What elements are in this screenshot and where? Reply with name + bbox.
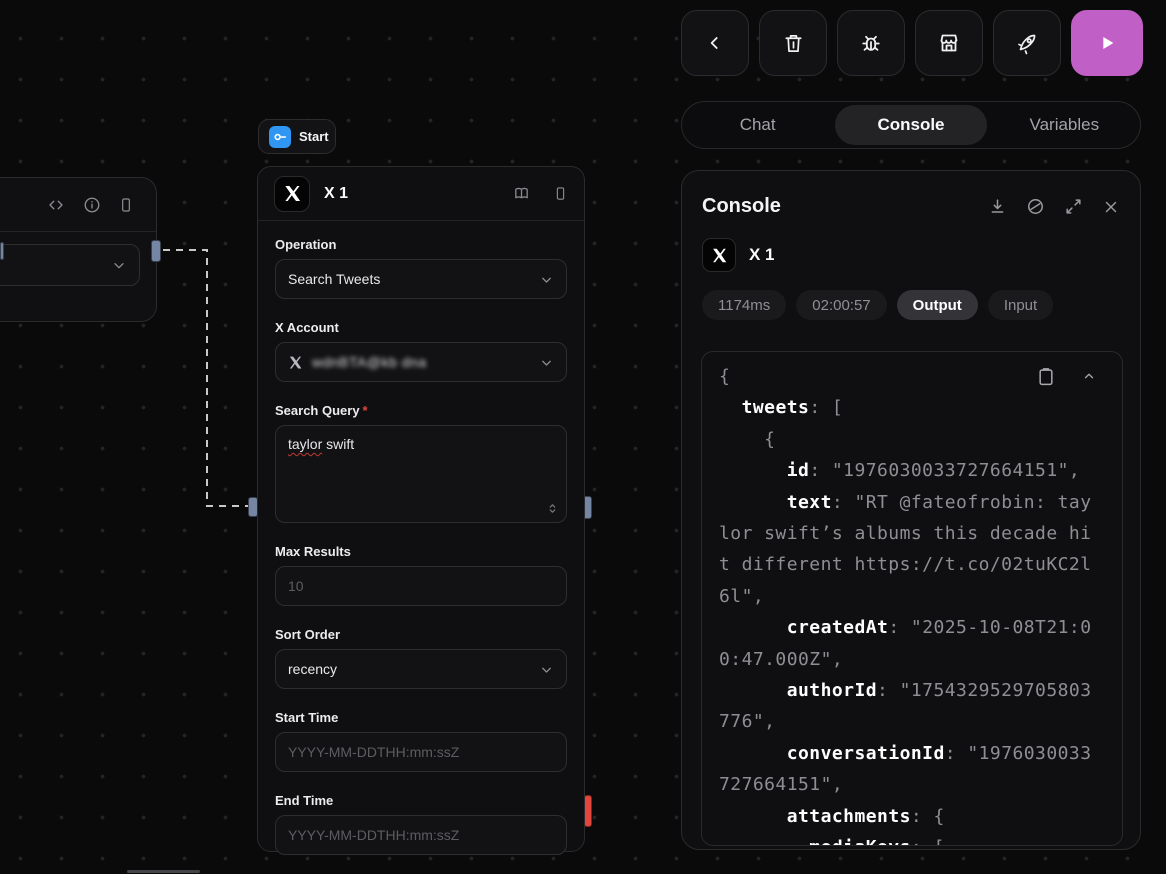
code-line: id: "1976030033727664151",: [786, 460, 1081, 482]
end-time-placeholder: YYYY-MM-DDTHH:mm:ssZ: [288, 827, 460, 843]
console-panel: Console X 1 1174ms 02:00:57 Output Input { …: [681, 170, 1141, 850]
x-node-title: X 1: [324, 184, 349, 202]
x-account-value: wdnBTA@kb dna: [312, 354, 427, 370]
max-results-input[interactable]: 10: [275, 566, 567, 606]
rocket-icon: [1015, 31, 1039, 55]
x-logo-icon: [274, 175, 310, 212]
docs-book-icon[interactable]: [512, 185, 531, 202]
badge-input[interactable]: Input: [987, 290, 1054, 320]
textarea-resize-icon[interactable]: [547, 502, 558, 515]
deploy-button[interactable]: [993, 10, 1061, 76]
chevron-down-icon: [539, 662, 554, 677]
start-node[interactable]: Start: [258, 119, 336, 154]
sort-order-value: recency: [288, 661, 338, 677]
tab-console[interactable]: Console: [835, 105, 987, 145]
connector-handle-left-edge[interactable]: [0, 242, 4, 260]
upstream-node-select[interactable]: [0, 244, 140, 286]
collapse-icon[interactable]: [1080, 369, 1098, 383]
code-icon[interactable]: [46, 196, 66, 214]
chevron-down-icon: [539, 355, 554, 370]
operation-select[interactable]: Search Tweets: [275, 259, 567, 299]
code-line: {: [719, 428, 776, 450]
operation-label: Operation: [275, 237, 337, 252]
start-time-placeholder: YYYY-MM-DDTHH:mm:ssZ: [288, 744, 460, 760]
end-time-input[interactable]: YYYY-MM-DDTHH:mm:ssZ: [275, 815, 567, 855]
panel-tabbar: Chat Console Variables: [681, 101, 1141, 149]
start-time-input[interactable]: YYYY-MM-DDTHH:mm:ssZ: [275, 732, 567, 772]
code-line: 6l",: [719, 585, 765, 607]
expand-icon[interactable]: [1064, 197, 1083, 216]
code-line: text: "RT @fateofrobin: tay: [786, 491, 1092, 513]
console-output-code[interactable]: { tweets: [ { id: "1976030033727664151",…: [701, 351, 1123, 846]
tab-chat[interactable]: Chat: [682, 115, 833, 135]
horizontal-scrollbar[interactable]: [127, 870, 200, 873]
close-icon[interactable]: [1102, 198, 1120, 216]
code-line: attachments: {: [786, 805, 945, 827]
search-query-label: Search Query *: [275, 403, 567, 418]
code-line: tweets: [: [741, 397, 844, 419]
code-line: createdAt: "2025-10-08T21:0: [786, 617, 1092, 639]
error-handle[interactable]: [584, 795, 592, 827]
badge-output[interactable]: Output: [896, 290, 978, 320]
download-icon[interactable]: [988, 197, 1007, 216]
code-line: lor swift’s albums this decade hi: [719, 523, 1092, 545]
x-node-header: X 1: [258, 167, 584, 221]
search-query-label-text: Search Query: [275, 403, 360, 418]
operation-value: Search Tweets: [288, 271, 381, 287]
x-account-select[interactable]: wdnBTA@kb dna: [275, 342, 567, 382]
chevron-left-icon: [705, 33, 725, 53]
trash-icon: [782, 32, 805, 55]
sort-order-select[interactable]: recency: [275, 649, 567, 689]
code-line: 0:47.000Z",: [719, 648, 844, 670]
search-query-value: taylor swift: [288, 436, 355, 452]
x-logo-icon: [702, 238, 736, 272]
start-node-label: Start: [299, 129, 329, 144]
toolbar: [681, 10, 1143, 76]
back-button[interactable]: [681, 10, 749, 76]
start-time-label: Start Time: [275, 710, 339, 725]
phone-icon[interactable]: [118, 195, 134, 215]
max-results-placeholder: 10: [288, 578, 304, 594]
x-logo-icon: [288, 355, 303, 370]
start-trigger-icon: [269, 125, 291, 148]
code-line: t different https://t.co/02tuKC2l: [719, 554, 1092, 576]
x-node-form: Operation Search Tweets X Account wdnBTA…: [258, 221, 584, 855]
code-line: conversationId: "1976030033: [786, 742, 1092, 764]
code-line: 776",: [719, 711, 776, 733]
tab-variables[interactable]: Variables: [989, 115, 1140, 135]
upstream-node[interactable]: [0, 177, 157, 322]
console-title: Console: [702, 195, 781, 217]
run-button[interactable]: [1071, 10, 1143, 76]
code-line: 727664151",: [719, 774, 844, 796]
search-query-textarea[interactable]: taylor swift: [275, 425, 567, 523]
debug-button[interactable]: [837, 10, 905, 76]
code-line: mediaKeys: [: [719, 832, 1122, 845]
clear-console-icon[interactable]: [1026, 197, 1045, 216]
marketplace-button[interactable]: [915, 10, 983, 76]
upstream-node-header: [0, 178, 156, 232]
x-node-panel[interactable]: X 1 Operation Search Tweets X Account wd…: [257, 166, 585, 855]
play-icon: [1096, 32, 1118, 54]
x-account-label: X Account: [275, 320, 339, 335]
required-asterisk: *: [362, 403, 368, 418]
bug-icon: [859, 31, 883, 55]
chevron-down-icon: [539, 272, 554, 287]
console-node-title: X 1: [749, 245, 775, 264]
upstream-output-handle[interactable]: [151, 240, 161, 262]
max-results-label: Max Results: [275, 544, 351, 559]
badge-1174ms[interactable]: 1174ms: [702, 290, 787, 320]
json-output: { tweets: [ { id: "1976030033727664151",…: [702, 352, 1122, 845]
delete-button[interactable]: [759, 10, 827, 76]
copy-icon[interactable]: [1036, 364, 1056, 388]
store-icon: [937, 31, 961, 55]
phone-icon[interactable]: [553, 184, 568, 203]
chevron-down-icon: [111, 257, 127, 273]
sort-order-label: Sort Order: [275, 627, 341, 642]
console-badges: 1174ms 02:00:57 Output Input: [682, 272, 1140, 320]
code-line: authorId: "1754329529705803: [786, 680, 1092, 702]
info-icon[interactable]: [83, 196, 101, 214]
badge-02-00-57[interactable]: 02:00:57: [796, 290, 887, 320]
workflow-builder-app: Start X 1 Operation Search Tweets X Acco…: [0, 0, 1166, 874]
end-time-label: End Time: [275, 793, 334, 808]
